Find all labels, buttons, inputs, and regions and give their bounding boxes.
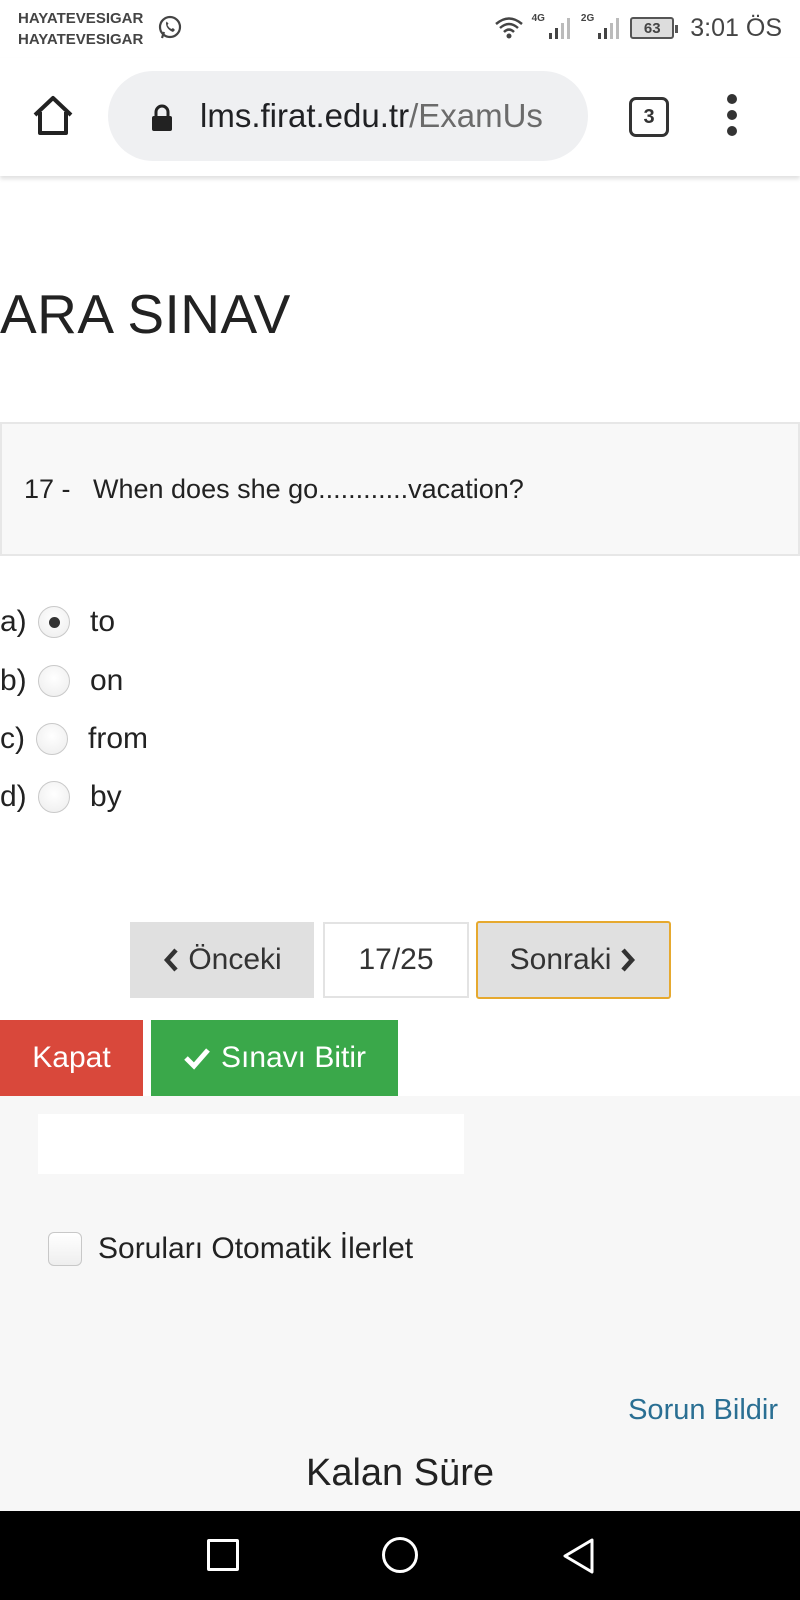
previous-button[interactable]: Önceki	[130, 922, 314, 998]
auto-advance-label: Soruları Otomatik İlerlet	[98, 1232, 414, 1265]
back-icon[interactable]	[560, 1537, 596, 1575]
notification-name-1: HAYATEVESIGAR	[18, 10, 144, 27]
report-problem-link[interactable]: Sorun Bildir	[628, 1394, 778, 1427]
radio-button[interactable]	[38, 665, 70, 697]
finish-label: Sınavı Bitir	[220, 1041, 367, 1074]
battery-icon: 63	[630, 17, 679, 39]
status-icons: 4G 2G 63 3:01 ÖS	[494, 10, 782, 46]
close-label: Kapat	[32, 1041, 111, 1074]
question-text: When does she go............vacation?	[93, 474, 524, 504]
option-d[interactable]: d) by	[0, 777, 122, 817]
system-nav-bar	[0, 1511, 800, 1600]
radio-button[interactable]	[38, 781, 70, 813]
tab-count: 3	[643, 105, 655, 128]
previous-label: Önceki	[188, 943, 282, 976]
option-a[interactable]: a) to	[0, 602, 115, 642]
signal-icon	[548, 18, 570, 39]
auto-advance-row[interactable]: Soruları Otomatik İlerlet	[48, 1232, 413, 1266]
page-indicator: 17/25	[323, 922, 469, 998]
whatsapp-icon	[158, 15, 182, 39]
lower-panel: Soruları Otomatik İlerlet Sorun Bildir K…	[0, 1096, 800, 1511]
url-text: lms.firat.edu.tr/ExamUs	[200, 97, 572, 135]
chevron-right-icon	[621, 948, 636, 972]
address-bar[interactable]: lms.firat.edu.tr/ExamUs	[108, 71, 588, 161]
more-menu-icon[interactable]	[725, 94, 739, 140]
next-button[interactable]: Sonraki	[476, 921, 671, 999]
option-text: to	[90, 605, 116, 638]
clock: 3:01 ÖS	[690, 13, 782, 42]
url-domain: lms.firat.edu.tr	[200, 97, 410, 134]
radio-button[interactable]	[36, 723, 68, 755]
blank-field	[38, 1114, 464, 1174]
question-box: 17 - When does she go............vacatio…	[0, 422, 800, 556]
option-b[interactable]: b) on	[0, 661, 123, 701]
notification-name-2: HAYATEVESIGAR	[18, 31, 144, 48]
option-letter: a)	[0, 605, 27, 638]
radio-button-selected[interactable]	[38, 606, 70, 638]
next-label: Sonraki	[509, 943, 612, 976]
option-text: by	[90, 780, 122, 813]
option-text: from	[88, 722, 148, 755]
question-number: 17 -	[24, 474, 71, 504]
page-title: ARA SINAV	[0, 283, 291, 345]
option-text: on	[90, 664, 124, 697]
browser-toolbar: lms.firat.edu.tr/ExamUs 3	[0, 58, 800, 176]
option-letter: b)	[0, 664, 27, 697]
lock-icon	[152, 104, 172, 131]
recent-apps-icon[interactable]	[207, 1539, 239, 1571]
wifi-icon	[494, 17, 523, 39]
remaining-time-label: Kalan Süre	[305, 1452, 494, 1494]
status-bar: HAYATEVESIGAR HAYATEVESIGAR 4G 2G 63 3:0…	[0, 0, 800, 58]
tab-switcher-button[interactable]: 3	[629, 97, 669, 137]
option-letter: c)	[0, 722, 25, 755]
network-label-2: 2G	[580, 12, 595, 24]
home-icon[interactable]	[30, 93, 76, 139]
finish-exam-button[interactable]: Sınavı Bitir	[151, 1020, 398, 1096]
chevron-left-icon	[164, 948, 178, 972]
option-letter: d)	[0, 780, 27, 813]
battery-level: 63	[643, 19, 661, 37]
url-path: /ExamUs	[409, 97, 543, 134]
home-nav-icon[interactable]	[382, 1537, 418, 1573]
auto-advance-checkbox[interactable]	[48, 1232, 82, 1266]
close-button[interactable]: Kapat	[0, 1020, 143, 1096]
signal-icon-2	[598, 18, 620, 39]
network-label-1: 4G	[531, 12, 545, 24]
option-c[interactable]: c) from	[0, 719, 148, 759]
notification-names: HAYATEVESIGAR HAYATEVESIGAR	[18, 8, 143, 50]
check-icon	[184, 1048, 210, 1070]
